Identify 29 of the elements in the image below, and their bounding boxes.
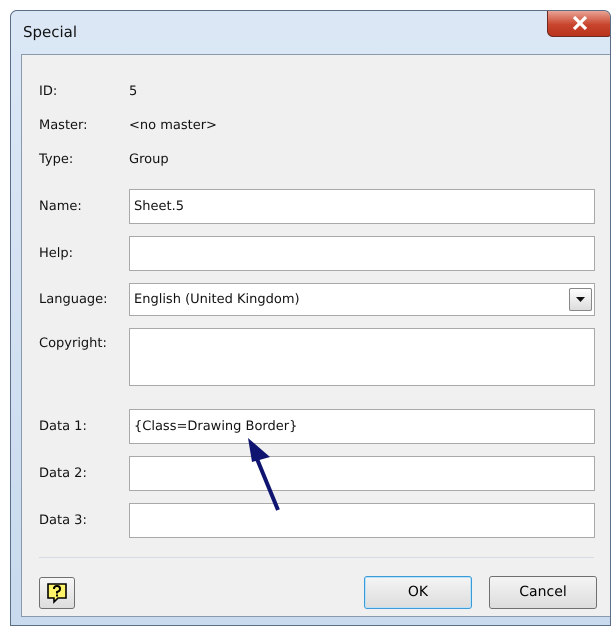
input-field[interactable] xyxy=(129,236,595,271)
input-field[interactable]: Sheet.5 xyxy=(129,189,595,224)
caret-icon xyxy=(576,297,585,302)
input-field[interactable] xyxy=(129,456,595,491)
cancel-button[interactable]: Cancel xyxy=(489,576,597,609)
text-area[interactable] xyxy=(129,328,595,386)
field-label: Data 2: xyxy=(39,464,88,483)
field-label: Copyright: xyxy=(39,335,108,353)
help-icon xyxy=(46,582,68,604)
field-label: Type: xyxy=(39,151,74,170)
close-icon xyxy=(572,16,588,30)
dropdown-button[interactable] xyxy=(569,288,592,311)
window-title: Special xyxy=(23,22,78,44)
field-label: Name: xyxy=(39,198,83,216)
field-value: <no master> xyxy=(129,117,217,136)
field-label: Data 1: xyxy=(39,418,88,436)
close-button[interactable] xyxy=(547,11,610,37)
input-field[interactable]: {Class=Drawing Border} xyxy=(129,409,595,444)
input-field[interactable] xyxy=(129,503,595,538)
field-label: Data 3: xyxy=(39,512,88,530)
language-dropdown[interactable]: English (United Kingdom) xyxy=(129,283,595,316)
field-label: ID: xyxy=(39,83,58,102)
field-label: Language: xyxy=(39,290,109,309)
field-value: 5 xyxy=(129,83,138,102)
field-label: Help: xyxy=(39,244,74,263)
field-label: Master: xyxy=(39,117,89,136)
ok-button[interactable]: OK xyxy=(364,576,472,609)
field-value: Group xyxy=(129,151,169,170)
help-button[interactable] xyxy=(39,576,75,608)
